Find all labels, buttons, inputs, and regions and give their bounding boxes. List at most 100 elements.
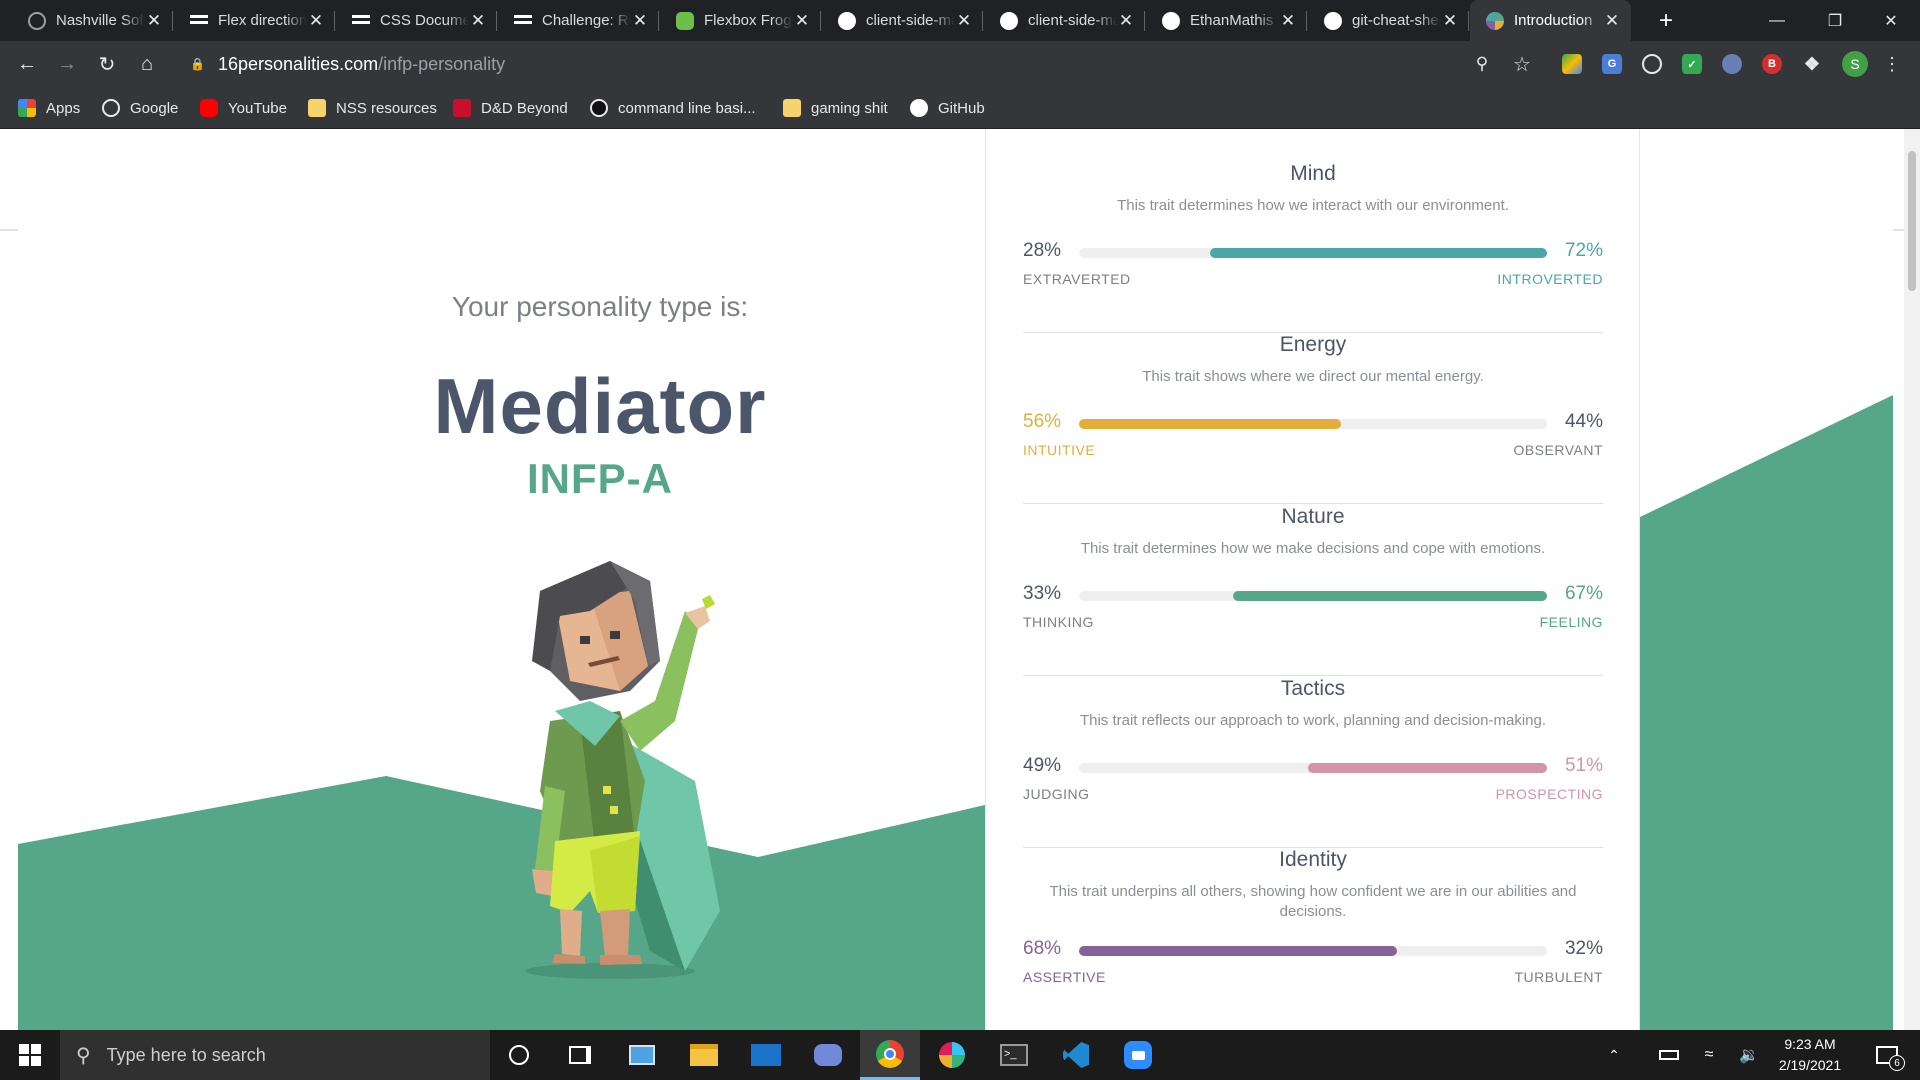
bookmark-item[interactable]: Apps — [18, 97, 80, 119]
cortana-icon[interactable] — [489, 1030, 549, 1080]
puzzle-icon[interactable]: ❖ — [1802, 54, 1822, 74]
clock-date: 2/19/2021 — [1778, 1057, 1842, 1073]
file-explorer-icon[interactable] — [674, 1030, 734, 1080]
browser-tab[interactable]: git-cheat-sheet✕ — [1308, 0, 1469, 41]
trait-right-percent: 44% — [1564, 411, 1603, 432]
trait-title: Nature — [1281, 505, 1345, 528]
trait-left-label: INTUITIVE — [1023, 442, 1096, 458]
battery-icon[interactable] — [1654, 1030, 1684, 1080]
notification-center-button[interactable]: 6 — [1862, 1030, 1912, 1080]
bitwarden-icon[interactable]: B — [1762, 54, 1782, 74]
trait-bar-row: 49% 51% — [1023, 753, 1603, 783]
close-tab-icon[interactable]: ✕ — [469, 11, 487, 30]
control-panel-icon[interactable] — [612, 1030, 672, 1080]
browser-tab[interactable]: Introduction ✕ — [1470, 0, 1631, 41]
bookmark-item[interactable]: Google — [102, 97, 178, 119]
windows-logo-icon — [19, 1044, 41, 1066]
bookmark-label: Google — [130, 99, 179, 117]
close-tab-icon[interactable]: ✕ — [631, 11, 649, 30]
trait-bar-row: 33% 67% — [1023, 581, 1603, 611]
browser-tab[interactable]: Challenge: Reading✕ — [498, 0, 659, 41]
star-icon[interactable]: ☆ — [1508, 50, 1536, 78]
close-tab-icon[interactable]: ✕ — [955, 11, 973, 30]
new-tab-button[interactable]: + — [1652, 7, 1680, 34]
checker-extension-icon[interactable]: ✓ — [1682, 54, 1702, 74]
bookmark-item[interactable]: GitHub — [910, 97, 985, 119]
speed-dial-icon[interactable] — [1642, 54, 1662, 74]
close-tab-icon[interactable]: ✕ — [1603, 11, 1621, 30]
menu-kebab-icon[interactable]: ⋮ — [1878, 50, 1906, 78]
profile-avatar[interactable]: S — [1842, 51, 1868, 77]
browser-tab[interactable]: client-side-mastery✕ — [984, 0, 1145, 41]
system-clock[interactable]: 9:23 AM 2/19/2021 — [1760, 1034, 1860, 1076]
tab-title: client-side-mastery — [1028, 12, 1117, 29]
browser-tab[interactable]: CSS Document✕ — [336, 0, 497, 41]
back-icon[interactable]: ← — [13, 50, 41, 78]
close-tab-icon[interactable]: ✕ — [1441, 11, 1459, 30]
minimize-button[interactable]: — — [1748, 0, 1806, 41]
close-window-button[interactable]: ✕ — [1862, 0, 1920, 41]
bookmark-item[interactable]: gaming shit — [783, 97, 888, 119]
tab-title: EthanMathis — [1190, 12, 1274, 29]
zoom-app-icon[interactable] — [1108, 1030, 1168, 1080]
extension-icon[interactable] — [1722, 54, 1742, 74]
notification-count: 6 — [1889, 1055, 1905, 1071]
mail-icon[interactable] — [736, 1030, 796, 1080]
bookmark-item[interactable]: YouTube — [200, 97, 287, 119]
trait-right-label: INTROVERTED — [1497, 271, 1603, 287]
trait-bar-track — [1079, 419, 1547, 429]
bookmark-label: YouTube — [228, 99, 287, 117]
close-tab-icon[interactable]: ✕ — [793, 11, 811, 30]
page-content: Your personality type is: Mediator INFP-… — [0, 129, 1920, 1030]
browser-tab[interactable]: Flex direction ✕ — [174, 0, 335, 41]
google-translate-icon[interactable]: G — [1602, 54, 1622, 74]
slack-icon[interactable] — [922, 1030, 982, 1080]
reload-icon[interactable]: ↻ — [93, 50, 121, 78]
trait-right-percent: 67% — [1564, 583, 1603, 604]
frog-icon — [676, 11, 694, 30]
trait-bar-row: 56% 44% — [1023, 409, 1603, 439]
windows-taskbar: ⚲ Type here to search >_ ⌃ ≈ 🔉 9:23 AM 2… — [0, 1030, 1920, 1080]
bookmark-item[interactable]: D&D Beyond — [453, 97, 568, 119]
github-icon — [838, 11, 856, 30]
browser-tab[interactable]: client-side-mastery✕ — [822, 0, 983, 41]
address-host: 16personalities.com — [218, 53, 379, 74]
close-tab-icon[interactable]: ✕ — [1279, 11, 1297, 30]
close-tab-icon[interactable]: ✕ — [1117, 11, 1135, 30]
close-tab-icon[interactable]: ✕ — [145, 11, 163, 30]
trait-title: Identity — [1279, 848, 1347, 871]
google-drive-icon[interactable] — [1562, 54, 1582, 74]
trait-mind: Mind This trait determines how we interac… — [1023, 162, 1603, 333]
trait-bar-fill — [1308, 763, 1547, 773]
show-hidden-icons[interactable]: ⌃ — [1598, 1030, 1630, 1080]
zoom-icon[interactable]: ⚲ — [1468, 50, 1496, 78]
vscode-icon[interactable] — [1046, 1030, 1106, 1080]
trait-description: This trait determines how we make decisi… — [1080, 540, 1546, 557]
forward-icon[interactable]: → — [53, 50, 81, 78]
wifi-icon[interactable]: ≈ — [1694, 1030, 1724, 1080]
task-view-icon[interactable] — [550, 1030, 610, 1080]
discord-icon[interactable] — [798, 1030, 858, 1080]
bookmark-item[interactable]: command line basi... — [590, 97, 756, 119]
github-icon — [1000, 11, 1018, 30]
trait-left-percent: 49% — [1023, 755, 1062, 776]
github-icon — [1324, 11, 1342, 30]
terminal-icon[interactable]: >_ — [984, 1030, 1044, 1080]
windows-start-button[interactable] — [0, 1030, 60, 1080]
browser-tab[interactable]: Nashville Software✕ — [12, 0, 173, 41]
scrollbar-thumb[interactable] — [1908, 151, 1916, 291]
home-icon[interactable]: ⌂ — [133, 50, 161, 78]
bookmark-item[interactable]: NSS resources — [308, 97, 437, 119]
browser-tab[interactable]: Flexbox Froggy✕ — [660, 0, 821, 41]
chrome-taskbar-icon[interactable] — [860, 1030, 920, 1080]
tab-title: git-cheat-sheet — [1352, 12, 1441, 29]
page-scrollbar[interactable] — [1904, 129, 1920, 1030]
taskbar-search-box[interactable]: ⚲ Type here to search — [60, 1030, 490, 1080]
close-tab-icon[interactable]: ✕ — [307, 11, 325, 30]
restore-button[interactable]: ❐ — [1806, 0, 1864, 41]
clock-time: 9:23 AM — [1784, 1036, 1836, 1052]
browser-tab[interactable]: EthanMathis ✕ — [1146, 0, 1307, 41]
address-bar[interactable]: 🔒 16personalities.com/infp-personality — [176, 49, 1516, 79]
taskbar-search-placeholder: Type here to search — [106, 1044, 266, 1065]
trait-left-percent: 33% — [1023, 583, 1062, 604]
